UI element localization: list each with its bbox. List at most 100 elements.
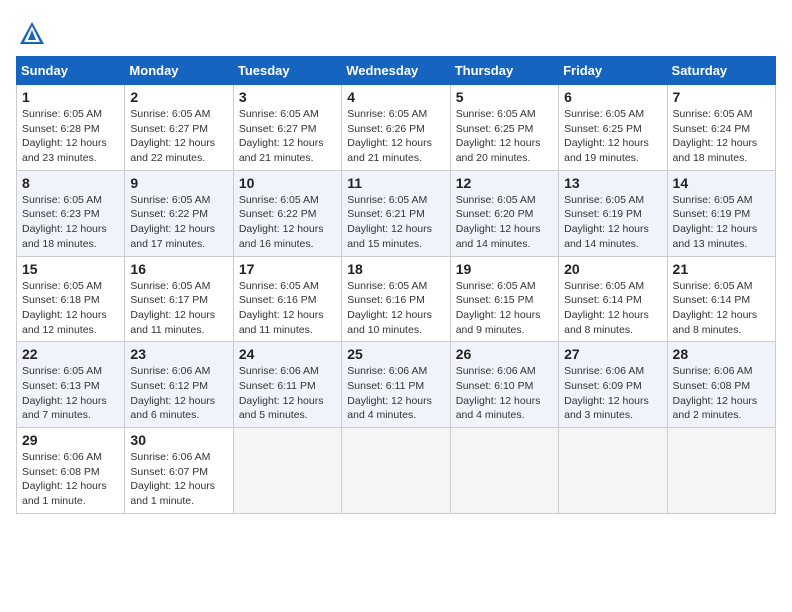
calendar-cell: 22 Sunrise: 6:05 AMSunset: 6:13 PMDayligh… bbox=[17, 342, 125, 428]
logo bbox=[16, 20, 46, 48]
day-number: 28 bbox=[673, 346, 770, 362]
weekday-header-row: SundayMondayTuesdayWednesdayThursdayFrid… bbox=[17, 57, 776, 85]
day-number: 22 bbox=[22, 346, 119, 362]
calendar-cell: 16Sunrise: 6:05 AMSunset: 6:17 PMDayligh… bbox=[125, 256, 233, 342]
calendar-cell: 9 Sunrise: 6:05 AMSunset: 6:22 PMDaylight… bbox=[125, 170, 233, 256]
day-info: Sunrise: 6:06 AMSunset: 6:09 PMDaylight:… bbox=[564, 364, 661, 423]
day-number: 10 bbox=[239, 175, 336, 191]
day-number: 20 bbox=[564, 261, 661, 277]
day-info: Sunrise: 6:05 AMSunset: 6:16 PMDaylight:… bbox=[347, 279, 444, 338]
day-info: Sunrise: 6:05 AMSunset: 6:23 PMDaylight:… bbox=[22, 193, 119, 252]
day-info: Sunrise: 6:06 AMSunset: 6:12 PMDaylight:… bbox=[130, 364, 227, 423]
day-info: Sunrise: 6:05 AMSunset: 6:19 PMDaylight:… bbox=[564, 193, 661, 252]
day-info: Sunrise: 6:05 AMSunset: 6:16 PMDaylight:… bbox=[239, 279, 336, 338]
day-number: 9 bbox=[130, 175, 227, 191]
week-row-5: 29 Sunrise: 6:06 AMSunset: 6:08 PMDayligh… bbox=[17, 428, 776, 514]
day-info: Sunrise: 6:05 AMSunset: 6:22 PMDaylight:… bbox=[239, 193, 336, 252]
calendar-cell: 26 Sunrise: 6:06 AMSunset: 6:10 PMDayligh… bbox=[450, 342, 558, 428]
calendar-cell: 15 Sunrise: 6:05 AMSunset: 6:18 PMDayligh… bbox=[17, 256, 125, 342]
day-number: 6 bbox=[564, 89, 661, 105]
day-info: Sunrise: 6:05 AMSunset: 6:19 PMDaylight:… bbox=[673, 193, 770, 252]
calendar-cell: 1Sunrise: 6:05 AMSunset: 6:28 PMDaylight… bbox=[17, 85, 125, 171]
day-info: Sunrise: 6:05 AMSunset: 6:27 PMDaylight:… bbox=[130, 107, 227, 166]
weekday-friday: Friday bbox=[559, 57, 667, 85]
calendar-cell: 23 Sunrise: 6:06 AMSunset: 6:12 PMDayligh… bbox=[125, 342, 233, 428]
calendar-cell bbox=[450, 428, 558, 514]
calendar-cell: 4 Sunrise: 6:05 AMSunset: 6:26 PMDaylight… bbox=[342, 85, 450, 171]
weekday-thursday: Thursday bbox=[450, 57, 558, 85]
day-info: Sunrise: 6:06 AMSunset: 6:11 PMDaylight:… bbox=[347, 364, 444, 423]
calendar-cell: 28 Sunrise: 6:06 AMSunset: 6:08 PMDayligh… bbox=[667, 342, 775, 428]
day-info: Sunrise: 6:06 AMSunset: 6:07 PMDaylight:… bbox=[130, 450, 227, 509]
weekday-sunday: Sunday bbox=[17, 57, 125, 85]
day-info: Sunrise: 6:05 AMSunset: 6:15 PMDaylight:… bbox=[456, 279, 553, 338]
week-row-2: 8 Sunrise: 6:05 AMSunset: 6:23 PMDaylight… bbox=[17, 170, 776, 256]
logo-icon bbox=[18, 20, 46, 48]
day-number: 23 bbox=[130, 346, 227, 362]
calendar-cell: 17Sunrise: 6:05 AMSunset: 6:16 PMDayligh… bbox=[233, 256, 341, 342]
day-number: 12 bbox=[456, 175, 553, 191]
calendar-cell: 11 Sunrise: 6:05 AMSunset: 6:21 PMDayligh… bbox=[342, 170, 450, 256]
day-info: Sunrise: 6:06 AMSunset: 6:08 PMDaylight:… bbox=[22, 450, 119, 509]
day-number: 5 bbox=[456, 89, 553, 105]
day-number: 25 bbox=[347, 346, 444, 362]
calendar-cell: 21Sunrise: 6:05 AMSunset: 6:14 PMDayligh… bbox=[667, 256, 775, 342]
day-number: 24 bbox=[239, 346, 336, 362]
day-info: Sunrise: 6:05 AMSunset: 6:14 PMDaylight:… bbox=[673, 279, 770, 338]
day-number: 4 bbox=[347, 89, 444, 105]
calendar-cell: 25 Sunrise: 6:06 AMSunset: 6:11 PMDayligh… bbox=[342, 342, 450, 428]
calendar-cell: 12 Sunrise: 6:05 AMSunset: 6:20 PMDayligh… bbox=[450, 170, 558, 256]
week-row-1: 1Sunrise: 6:05 AMSunset: 6:28 PMDaylight… bbox=[17, 85, 776, 171]
day-number: 7 bbox=[673, 89, 770, 105]
calendar-cell: 18 Sunrise: 6:05 AMSunset: 6:16 PMDayligh… bbox=[342, 256, 450, 342]
day-info: Sunrise: 6:06 AMSunset: 6:10 PMDaylight:… bbox=[456, 364, 553, 423]
weekday-monday: Monday bbox=[125, 57, 233, 85]
calendar-cell bbox=[667, 428, 775, 514]
day-info: Sunrise: 6:05 AMSunset: 6:22 PMDaylight:… bbox=[130, 193, 227, 252]
day-info: Sunrise: 6:05 AMSunset: 6:25 PMDaylight:… bbox=[456, 107, 553, 166]
calendar-cell: 10 Sunrise: 6:05 AMSunset: 6:22 PMDayligh… bbox=[233, 170, 341, 256]
calendar-cell: 20 Sunrise: 6:05 AMSunset: 6:14 PMDayligh… bbox=[559, 256, 667, 342]
day-info: Sunrise: 6:05 AMSunset: 6:20 PMDaylight:… bbox=[456, 193, 553, 252]
calendar-cell: 19 Sunrise: 6:05 AMSunset: 6:15 PMDayligh… bbox=[450, 256, 558, 342]
calendar-cell: 3Sunrise: 6:05 AMSunset: 6:27 PMDaylight… bbox=[233, 85, 341, 171]
day-number: 1 bbox=[22, 89, 119, 105]
day-info: Sunrise: 6:05 AMSunset: 6:21 PMDaylight:… bbox=[347, 193, 444, 252]
week-row-3: 15 Sunrise: 6:05 AMSunset: 6:18 PMDayligh… bbox=[17, 256, 776, 342]
day-info: Sunrise: 6:05 AMSunset: 6:24 PMDaylight:… bbox=[673, 107, 770, 166]
day-number: 14 bbox=[673, 175, 770, 191]
day-info: Sunrise: 6:05 AMSunset: 6:13 PMDaylight:… bbox=[22, 364, 119, 423]
day-number: 29 bbox=[22, 432, 119, 448]
calendar-cell: 27Sunrise: 6:06 AMSunset: 6:09 PMDayligh… bbox=[559, 342, 667, 428]
calendar-cell: 6 Sunrise: 6:05 AMSunset: 6:25 PMDaylight… bbox=[559, 85, 667, 171]
calendar-cell: 7 Sunrise: 6:05 AMSunset: 6:24 PMDaylight… bbox=[667, 85, 775, 171]
calendar-cell: 29 Sunrise: 6:06 AMSunset: 6:08 PMDayligh… bbox=[17, 428, 125, 514]
day-info: Sunrise: 6:05 AMSunset: 6:26 PMDaylight:… bbox=[347, 107, 444, 166]
day-info: Sunrise: 6:06 AMSunset: 6:08 PMDaylight:… bbox=[673, 364, 770, 423]
calendar-cell: 5 Sunrise: 6:05 AMSunset: 6:25 PMDaylight… bbox=[450, 85, 558, 171]
day-info: Sunrise: 6:05 AMSunset: 6:18 PMDaylight:… bbox=[22, 279, 119, 338]
calendar-cell bbox=[342, 428, 450, 514]
weekday-tuesday: Tuesday bbox=[233, 57, 341, 85]
calendar-cell: 8 Sunrise: 6:05 AMSunset: 6:23 PMDaylight… bbox=[17, 170, 125, 256]
day-number: 15 bbox=[22, 261, 119, 277]
calendar-cell: 2 Sunrise: 6:05 AMSunset: 6:27 PMDaylight… bbox=[125, 85, 233, 171]
calendar-cell bbox=[559, 428, 667, 514]
day-info: Sunrise: 6:05 AMSunset: 6:25 PMDaylight:… bbox=[564, 107, 661, 166]
day-number: 19 bbox=[456, 261, 553, 277]
day-number: 8 bbox=[22, 175, 119, 191]
calendar-table: SundayMondayTuesdayWednesdayThursdayFrid… bbox=[16, 56, 776, 514]
day-number: 11 bbox=[347, 175, 444, 191]
week-row-4: 22 Sunrise: 6:05 AMSunset: 6:13 PMDayligh… bbox=[17, 342, 776, 428]
day-info: Sunrise: 6:05 AMSunset: 6:14 PMDaylight:… bbox=[564, 279, 661, 338]
weekday-wednesday: Wednesday bbox=[342, 57, 450, 85]
day-number: 3 bbox=[239, 89, 336, 105]
day-number: 16 bbox=[130, 261, 227, 277]
day-number: 2 bbox=[130, 89, 227, 105]
weekday-saturday: Saturday bbox=[667, 57, 775, 85]
calendar-cell: 24Sunrise: 6:06 AMSunset: 6:11 PMDayligh… bbox=[233, 342, 341, 428]
day-number: 18 bbox=[347, 261, 444, 277]
calendar-cell bbox=[233, 428, 341, 514]
day-number: 26 bbox=[456, 346, 553, 362]
calendar-cell: 14 Sunrise: 6:05 AMSunset: 6:19 PMDayligh… bbox=[667, 170, 775, 256]
